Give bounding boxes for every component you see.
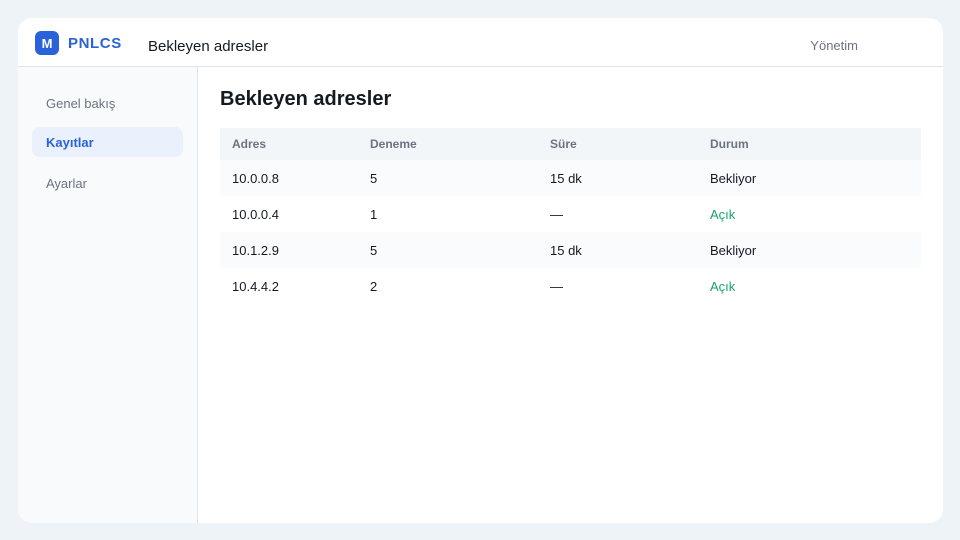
topbar-title: Bekleyen adresler xyxy=(148,38,269,55)
cell-address: 10.0.0.8 xyxy=(232,170,279,186)
table-row[interactable]: 10.0.0.4 1 — Açık xyxy=(220,196,921,232)
column-header-attempts[interactable]: Deneme xyxy=(370,137,550,151)
cell-address: 10.4.4.2 xyxy=(232,278,279,294)
cell-status: Bekliyor xyxy=(710,170,757,186)
sidebar-item-records[interactable]: Kayıtlar xyxy=(32,127,183,157)
cell-attempts: 5 xyxy=(370,170,378,186)
sidebar-item-settings[interactable]: Ayarlar xyxy=(32,168,183,198)
table-row[interactable]: 10.1.2.9 5 15 dk Bekliyor xyxy=(220,232,921,268)
table-row[interactable]: 10.0.0.8 5 15 dk Bekliyor xyxy=(220,160,921,196)
top-bar: M PNLCS Bekleyen adresler Yönetim xyxy=(18,18,943,67)
cell-duration: — xyxy=(550,206,563,222)
cell-address: 10.1.2.9 xyxy=(232,242,279,258)
app-window: M PNLCS Bekleyen adresler Yönetim Genel … xyxy=(18,18,943,523)
column-header-address[interactable]: Adres xyxy=(220,137,370,151)
cell-attempts: 1 xyxy=(370,206,378,222)
pending-addresses-table: Adres Deneme Süre Durum 10.0.0.8 5 15 dk… xyxy=(220,128,921,304)
cell-status: Açık xyxy=(710,278,736,294)
cell-duration: 15 dk xyxy=(550,170,582,186)
page-title: Bekleyen adresler xyxy=(220,88,392,110)
column-header-duration[interactable]: Süre xyxy=(550,137,710,151)
cell-attempts: 2 xyxy=(370,278,378,294)
cell-duration: 15 dk xyxy=(550,242,582,258)
table-row[interactable]: 10.4.4.2 2 — Açık xyxy=(220,268,921,304)
brand-name[interactable]: PNLCS xyxy=(68,35,122,52)
main-content: Bekleyen adresler Adres Deneme Süre Duru… xyxy=(220,67,921,523)
column-header-status[interactable]: Durum xyxy=(710,137,921,151)
logo-icon[interactable]: M xyxy=(35,31,59,55)
cell-attempts: 5 xyxy=(370,242,378,258)
cell-status: Açık xyxy=(710,206,736,222)
cell-duration: — xyxy=(550,278,563,294)
cell-address: 10.0.0.4 xyxy=(232,206,279,222)
admin-link[interactable]: Yönetim xyxy=(810,38,858,53)
sidebar: Genel bakış Kayıtlar Ayarlar xyxy=(18,67,198,523)
table-header: Adres Deneme Süre Durum xyxy=(220,128,921,160)
sidebar-item-overview[interactable]: Genel bakış xyxy=(32,88,183,118)
cell-status: Bekliyor xyxy=(710,242,757,258)
